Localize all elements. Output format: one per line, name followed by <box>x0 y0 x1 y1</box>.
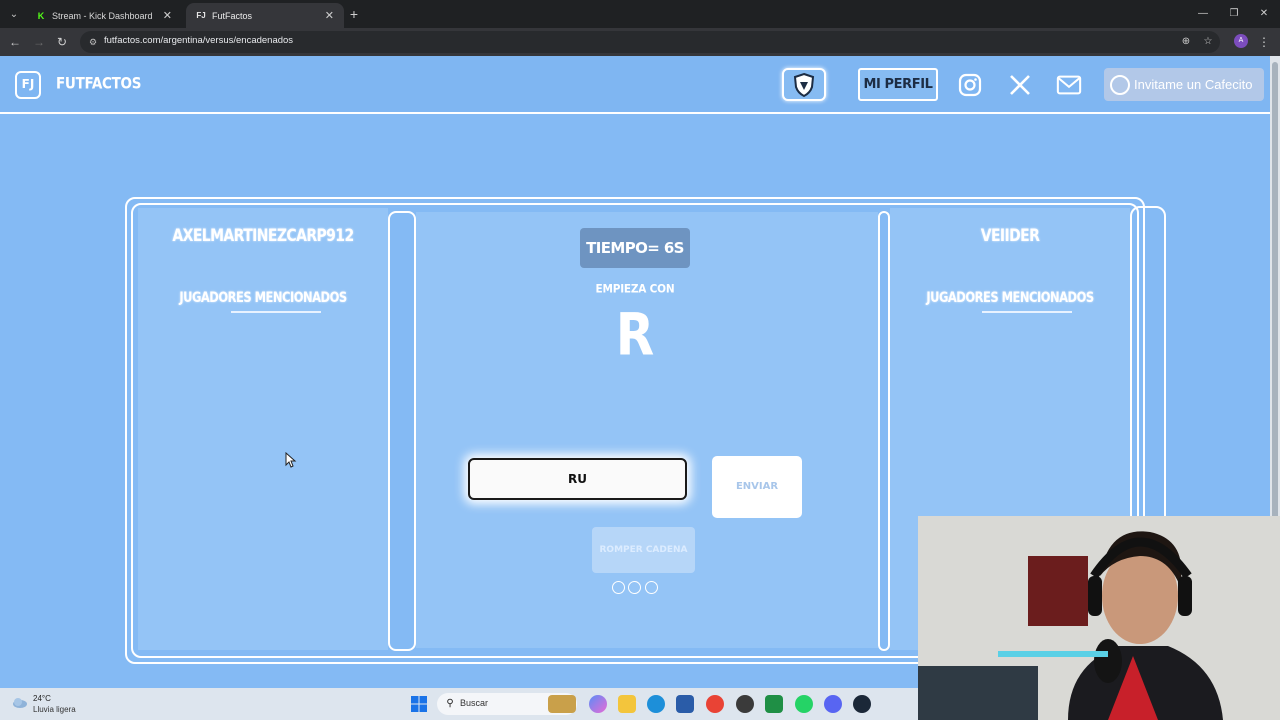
cafecito-button[interactable]: Invitame un Cafecito <box>1104 68 1264 101</box>
life-indicator <box>628 581 641 594</box>
shield-button[interactable] <box>782 68 826 101</box>
minimize-icon[interactable]: — <box>1188 5 1218 23</box>
chrome-icon[interactable] <box>706 695 724 713</box>
zoom-icon[interactable]: ⊕ <box>1178 34 1194 50</box>
instagram-icon[interactable] <box>957 72 983 98</box>
left-mentioned-title: JUGADORES MENCIONADOS <box>179 288 347 306</box>
futfactos-favicon-icon: FJ <box>196 10 206 20</box>
reload-icon[interactable]: ↻ <box>53 33 71 51</box>
profile-avatar[interactable]: A <box>1234 34 1248 48</box>
windows-taskbar: 24°C Lluvia ligera ⚲ Buscar <box>0 688 918 720</box>
webcam-overlay <box>918 516 1280 720</box>
browser-menu-icon[interactable]: ⋮ <box>1258 33 1270 51</box>
mi-perfil-button[interactable]: MI PERFIL <box>858 68 938 101</box>
edge-browser-icon[interactable] <box>647 695 665 713</box>
shield-icon <box>793 72 815 97</box>
forward-arrow-icon[interactable]: → <box>30 33 48 51</box>
url-text: futfactos.com/argentina/versus/encadenad… <box>104 35 294 46</box>
tab-title: FutFactos <box>212 10 253 21</box>
obs-icon[interactable] <box>736 695 754 713</box>
tab-futfactos[interactable]: FJ FutFactos ✕ <box>186 3 344 28</box>
weather-cloud-icon[interactable] <box>12 697 28 709</box>
browser-toolbar: ← → ↻ ⚙ futfactos.com/argentina/versus/e… <box>0 28 1280 56</box>
window-close-icon[interactable]: ✕ <box>1249 5 1279 23</box>
tab-close-icon[interactable]: ✕ <box>163 9 172 22</box>
tab-kick-dashboard[interactable]: K Stream - Kick Dashboard ✕ <box>26 3 182 28</box>
right-mentioned-underline <box>982 311 1072 313</box>
kick-favicon-icon: K <box>37 10 45 21</box>
mouse-cursor-icon <box>285 452 297 468</box>
discord-icon[interactable] <box>824 695 842 713</box>
futfactos-logo-icon[interactable]: FJ <box>15 71 41 99</box>
tab-title: Stream - Kick Dashboard <box>52 10 153 21</box>
left-player-panel: AXELMARTINEZCARP912 JUGADORES MENCIONADO… <box>138 208 388 650</box>
windows-start-icon[interactable] <box>410 695 428 713</box>
enviar-button[interactable]: ENVIAR <box>712 456 802 518</box>
site-header: FJ FUTFACTOS MI PERFIL Invitame un Cafec… <box>0 56 1270 114</box>
mail-icon[interactable] <box>1056 72 1082 98</box>
tab-close-icon[interactable]: ✕ <box>325 9 334 22</box>
excel-icon[interactable] <box>765 695 783 713</box>
new-tab-plus-icon[interactable]: + <box>346 5 362 23</box>
site-logo-text[interactable]: FUTFACTOS <box>56 75 141 93</box>
left-divider-frame <box>388 211 416 651</box>
streamer-webcam-image <box>918 516 1280 720</box>
search-icon: ⚲ <box>446 698 454 709</box>
restore-icon[interactable]: ❐ <box>1219 5 1249 23</box>
file-explorer-icon[interactable] <box>618 695 636 713</box>
site-info-icon[interactable]: ⚙ <box>86 35 100 49</box>
copilot-icon[interactable] <box>589 695 607 713</box>
player-answer-input[interactable] <box>468 458 687 500</box>
back-arrow-icon[interactable]: ← <box>6 33 24 51</box>
tab-search-chevron-icon[interactable]: ⌄ <box>5 5 23 23</box>
steam-icon[interactable] <box>853 695 871 713</box>
weather-temperature[interactable]: 24°C <box>33 694 51 703</box>
cafecito-cup-icon <box>1110 74 1130 95</box>
address-bar[interactable]: ⚙ futfactos.com/argentina/versus/encaden… <box>80 31 1220 53</box>
browser-tab-bar: ⌄ K Stream - Kick Dashboard ✕ FJ FutFact… <box>0 0 1280 28</box>
right-divider-frame <box>878 211 890 651</box>
store-icon[interactable] <box>676 695 694 713</box>
news-widget-icon[interactable] <box>548 695 576 713</box>
life-indicator <box>645 581 658 594</box>
right-player-name: VEIIDER <box>980 226 1040 246</box>
life-indicator <box>612 581 625 594</box>
right-mentioned-title: JUGADORES MENCIONADOS <box>926 288 1094 306</box>
left-player-name: AXELMARTINEZCARP912 <box>172 226 354 246</box>
taskbar-search-label: Buscar <box>460 698 489 708</box>
cafecito-label: Invitame un Cafecito <box>1134 77 1253 92</box>
starting-letter: R <box>615 301 655 369</box>
left-mentioned-underline <box>231 311 321 313</box>
starts-with-label: EMPIEZA CON <box>595 282 675 296</box>
x-twitter-icon[interactable] <box>1007 72 1033 98</box>
whatsapp-icon[interactable] <box>795 695 813 713</box>
timer-badge: TIEMPO= 6S <box>580 228 690 268</box>
romper-cadena-button[interactable]: ROMPER CADENA <box>592 527 695 573</box>
weather-description[interactable]: Lluvia ligera <box>33 705 76 714</box>
bookmark-star-icon[interactable]: ☆ <box>1200 34 1216 50</box>
